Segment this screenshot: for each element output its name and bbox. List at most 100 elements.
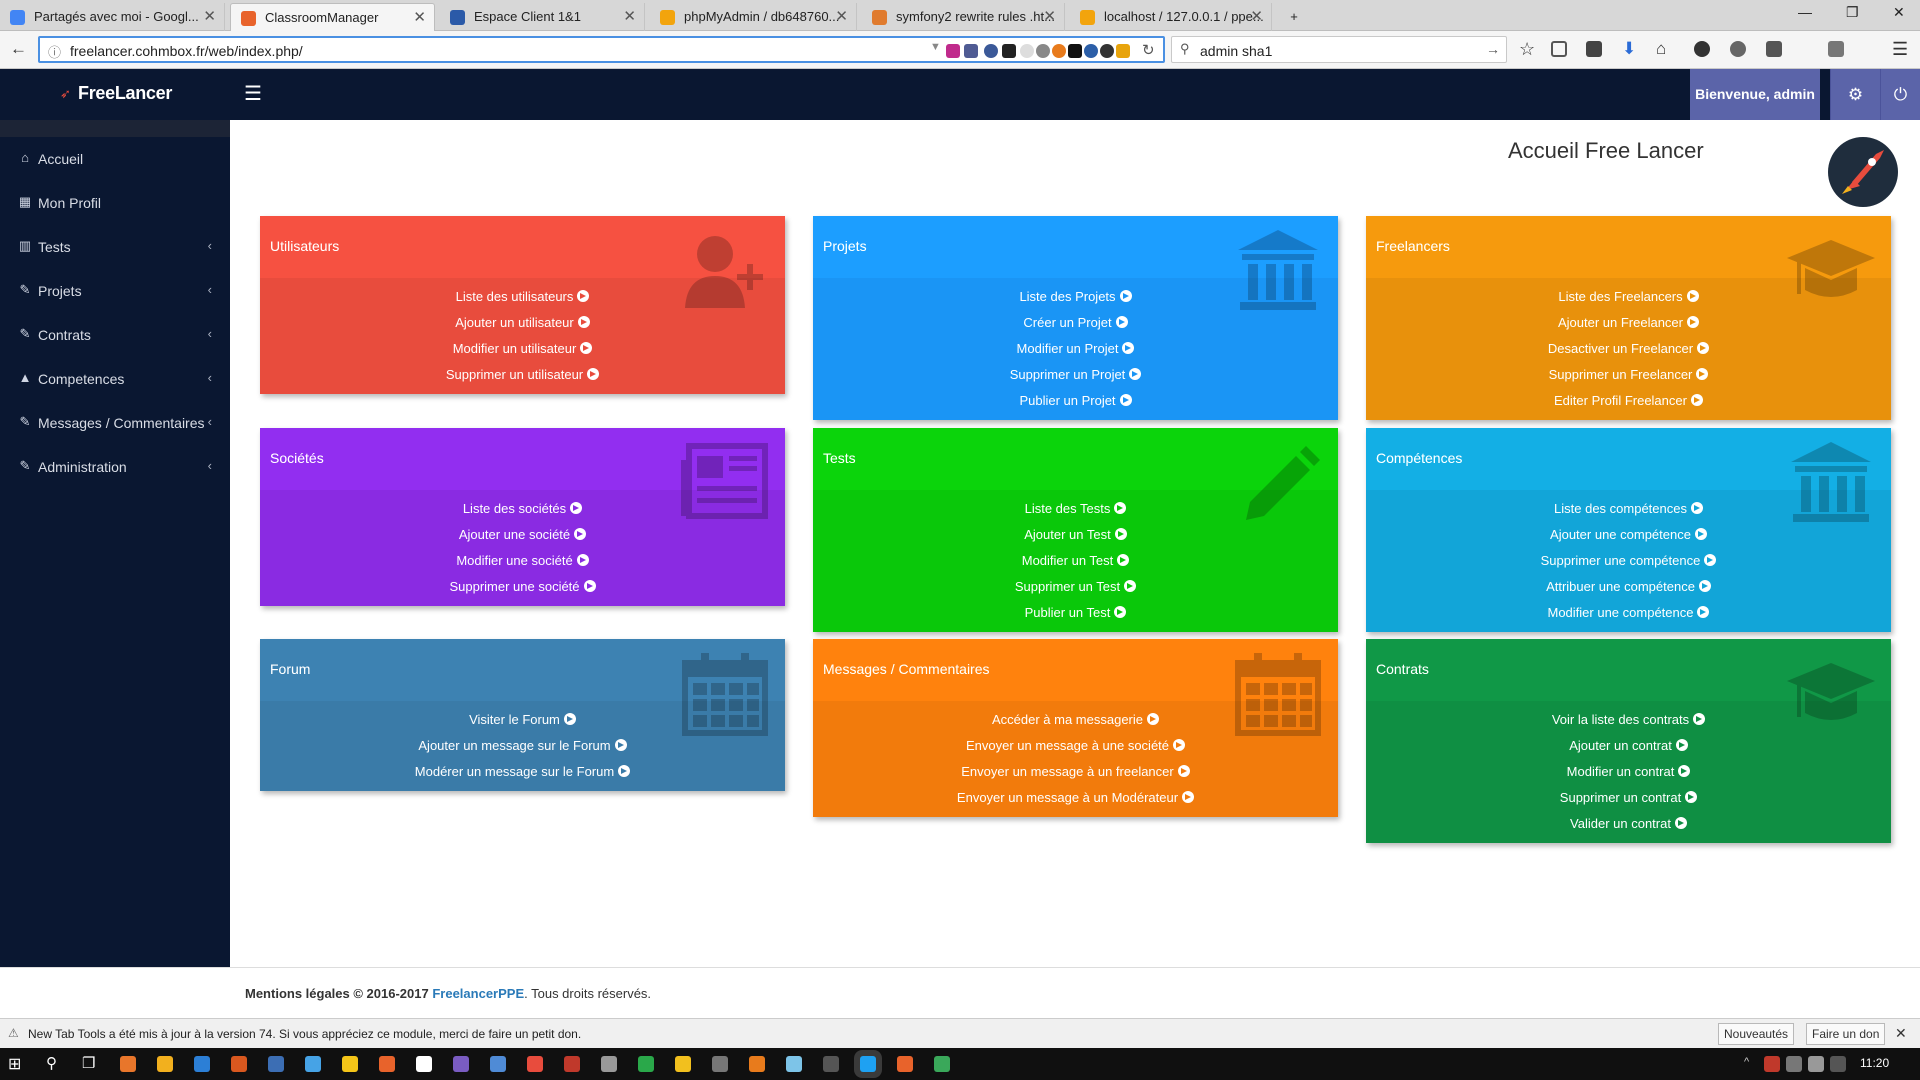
card-link[interactable]: Modifier un contrat [1567, 764, 1675, 779]
reload-icon[interactable]: ↻ [1142, 41, 1155, 59]
card-link[interactable]: Liste des Projets [1019, 289, 1115, 304]
info-icon[interactable]: ⓘ [48, 42, 61, 61]
card-link[interactable]: Ajouter une société [459, 527, 570, 542]
clipboard-icon[interactable] [1766, 41, 1782, 57]
card-link-item[interactable]: Modifier une société [260, 548, 785, 574]
sidebar-item-accueil[interactable]: ⌂ Accueil [0, 137, 230, 181]
taskbar-app-icon[interactable] [638, 1056, 654, 1072]
card-link-item[interactable]: Liste des Projets [813, 284, 1338, 310]
minimize-button[interactable]: — [1798, 4, 1812, 20]
taskbar-app-icon[interactable] [860, 1056, 876, 1072]
taskbar-app-icon[interactable] [675, 1056, 691, 1072]
new-tab-button[interactable]: + [1275, 3, 1313, 31]
card-link[interactable]: Liste des Tests [1025, 501, 1111, 516]
chat-icon[interactable] [1694, 41, 1710, 57]
taskbar-app-icon[interactable] [749, 1056, 765, 1072]
card-link-item[interactable]: Ajouter un utilisateur [260, 310, 785, 336]
taskbar-app-icon[interactable] [157, 1056, 173, 1072]
card-link[interactable]: Supprimer une compétence [1541, 553, 1701, 568]
taskbar-app-icon[interactable] [379, 1056, 395, 1072]
card-link[interactable]: Desactiver un Freelancer [1548, 341, 1693, 356]
taskbar-app-icon[interactable] [194, 1056, 210, 1072]
addon-icon[interactable] [1084, 44, 1098, 58]
card-link[interactable]: Liste des utilisateurs [456, 289, 574, 304]
card-link[interactable]: Modifier une société [456, 553, 572, 568]
card-link[interactable]: Publier un Projet [1019, 393, 1115, 408]
back-button[interactable]: ← [10, 39, 27, 59]
card-link-item[interactable]: Liste des utilisateurs [260, 284, 785, 310]
card-link[interactable]: Voir la liste des contrats [1552, 712, 1689, 727]
card-link[interactable]: Ajouter un message sur le Forum [418, 738, 610, 753]
card-link[interactable]: Visiter le Forum [469, 712, 560, 727]
browser-tab[interactable]: localhost / 127.0.0.1 / ppe... ✕ [1070, 3, 1272, 31]
reading-list-icon[interactable] [1551, 41, 1567, 57]
maximize-button[interactable]: ❐ [1846, 4, 1859, 21]
sidebar-item-contrats[interactable]: ✎ Contrats ‹ [0, 313, 230, 357]
card-link[interactable]: Ajouter un Freelancer [1558, 315, 1683, 330]
card-link-item[interactable]: Supprimer un Projet [813, 362, 1338, 388]
card-link[interactable]: Créer un Projet [1023, 315, 1111, 330]
window-close-button[interactable]: ✕ [1893, 4, 1905, 21]
card-link-item[interactable]: Ajouter une compétence [1366, 522, 1891, 548]
card-link[interactable]: Supprimer une société [449, 579, 579, 594]
browser-tab[interactable]: phpMyAdmin / db648760... ✕ [650, 3, 857, 31]
task-view-icon[interactable]: ❐ [82, 1054, 95, 1072]
card-link-item[interactable]: Envoyer un message à une société [813, 733, 1338, 759]
card-link-item[interactable]: Voir la liste des contrats [1366, 707, 1891, 733]
taskbar-app-icon[interactable] [601, 1056, 617, 1072]
card-link[interactable]: Modifier une compétence [1548, 605, 1694, 620]
taskbar-app-icon[interactable] [305, 1056, 321, 1072]
windows-start-icon[interactable]: ⊞ [8, 1054, 21, 1074]
search-box[interactable]: ⚲ admin sha1 → [1171, 36, 1507, 63]
addon-icon[interactable] [1730, 41, 1746, 57]
card-link-item[interactable]: Supprimer un utilisateur [260, 362, 785, 388]
card-link[interactable]: Ajouter un contrat [1569, 738, 1672, 753]
card-link[interactable]: Modérer un message sur le Forum [415, 764, 614, 779]
sidebar-item-projets[interactable]: ✎ Projets ‹ [0, 269, 230, 313]
settings-icon[interactable]: ⚙ [1830, 69, 1880, 120]
sidebar-item-messages-commentaires[interactable]: ✎ Messages / Commentaires ‹ [0, 401, 230, 445]
search-icon[interactable]: ⚲ [46, 1054, 57, 1072]
tray-chevron-icon[interactable]: ^ [1744, 1056, 1749, 1068]
sidebar-toggle-icon[interactable]: ☰ [244, 81, 262, 106]
menu-icon[interactable]: ☰ [1892, 39, 1908, 60]
keyboard-icon[interactable] [1830, 1056, 1846, 1072]
taskbar-app-icon[interactable] [490, 1056, 506, 1072]
addon-icon[interactable] [946, 44, 960, 58]
taskbar-app-icon[interactable] [268, 1056, 284, 1072]
dropdown-arrow-icon[interactable]: ▼ [930, 41, 941, 53]
tab-close-icon[interactable]: ✕ [623, 3, 636, 31]
download-icon[interactable]: ⬇ [1622, 39, 1636, 59]
addon-icon[interactable] [1052, 44, 1066, 58]
card-link-item[interactable]: Ajouter un contrat [1366, 733, 1891, 759]
card-link[interactable]: Supprimer un utilisateur [446, 367, 583, 382]
addon-icon[interactable] [1828, 41, 1844, 57]
volume-icon[interactable] [1808, 1056, 1824, 1072]
network-icon[interactable] [1786, 1056, 1802, 1072]
pocket-icon[interactable] [1586, 41, 1602, 57]
card-link[interactable]: Envoyer un message à une société [966, 738, 1169, 753]
addon-icon[interactable] [1100, 44, 1114, 58]
card-link[interactable]: Accéder à ma messagerie [992, 712, 1143, 727]
tab-close-icon[interactable]: ✕ [203, 3, 216, 31]
card-link[interactable]: Supprimer un contrat [1560, 790, 1681, 805]
card-link-item[interactable]: Modifier une compétence [1366, 600, 1891, 626]
card-link-item[interactable]: Envoyer un message à un Modérateur [813, 785, 1338, 811]
card-link-item[interactable]: Valider un contrat [1366, 811, 1891, 837]
card-link[interactable]: Attribuer une compétence [1546, 579, 1695, 594]
taskbar-app-icon[interactable] [453, 1056, 469, 1072]
url-bar[interactable]: ⓘ freelancer.cohmbox.fr/web/index.php/ ▼… [38, 36, 1165, 63]
card-link-item[interactable]: Supprimer un Freelancer [1366, 362, 1891, 388]
card-link[interactable]: Ajouter un utilisateur [455, 315, 574, 330]
tab-close-icon[interactable]: ✕ [1043, 3, 1056, 31]
taskbar-app-icon[interactable] [934, 1056, 950, 1072]
card-link[interactable]: Modifier un Projet [1017, 341, 1119, 356]
card-link[interactable]: Envoyer un message à un Modérateur [957, 790, 1178, 805]
taskbar-app-icon[interactable] [416, 1056, 432, 1072]
card-link-item[interactable]: Supprimer une compétence [1366, 548, 1891, 574]
taskbar-app-icon[interactable] [897, 1056, 913, 1072]
card-link-item[interactable]: Liste des Tests [813, 496, 1338, 522]
browser-tab[interactable]: Espace Client 1&1 ✕ [440, 3, 645, 31]
whats-new-button[interactable]: Nouveautés [1718, 1023, 1795, 1045]
taskbar-app-icon[interactable] [564, 1056, 580, 1072]
